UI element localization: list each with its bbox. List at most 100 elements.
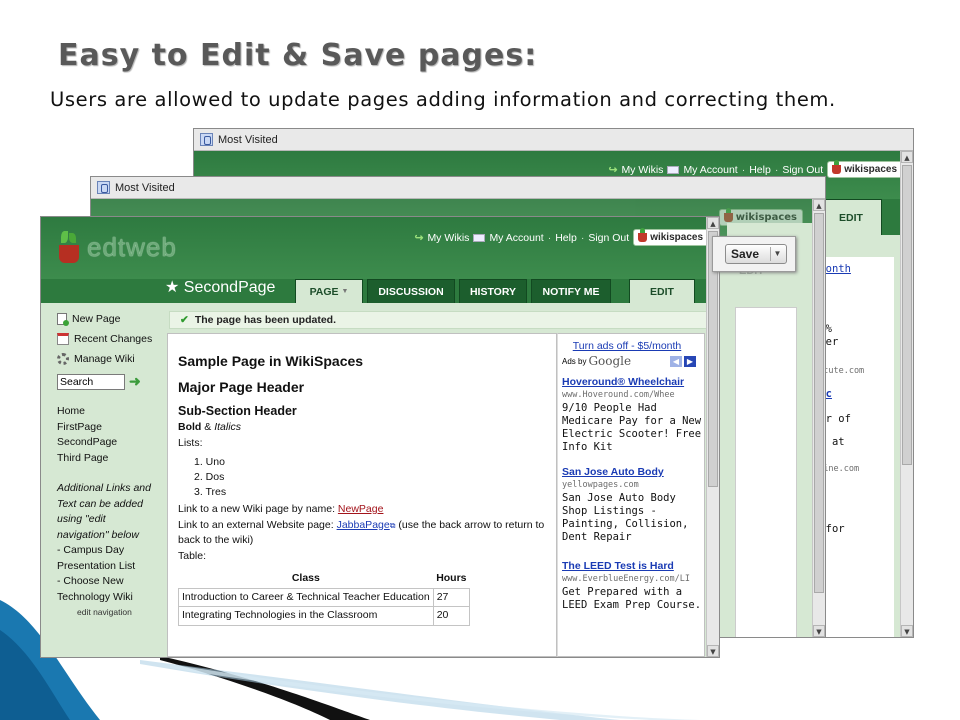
- wiki-page-content: Sample Page in WikiSpaces Major Page Hea…: [167, 333, 557, 657]
- search-go-arrow-icon[interactable]: ➜: [129, 373, 141, 390]
- wikispaces-badge[interactable]: wikispaces: [633, 228, 709, 246]
- calendar-icon: [57, 333, 69, 345]
- slide-title: Easy to Edit & Save pages:: [58, 38, 538, 73]
- nav-link-third-page[interactable]: Third Page: [57, 451, 165, 467]
- nav-link-technology-wiki[interactable]: Technology Wiki: [57, 590, 165, 606]
- ad-title[interactable]: San Jose Auto Body: [562, 466, 704, 479]
- edit-navigation-link[interactable]: edit navigation: [57, 605, 165, 621]
- content-heading-1: Sample Page in WikiSpaces: [178, 353, 364, 369]
- scroll-up-arrow[interactable]: ▲: [813, 199, 825, 211]
- nav-note-line: Additional Links and: [57, 482, 151, 494]
- ad-text: Get Prepared with a LEED Exam Prep Cours…: [562, 586, 702, 611]
- ad-url: www.Hoveround.com/Whee: [562, 390, 675, 400]
- ad-item[interactable]: San Jose Auto Body yellowpages.com San J…: [562, 466, 704, 544]
- tab-edit-back[interactable]: EDIT: [820, 199, 882, 235]
- wiki-sidebar: New Page Recent Changes Manage Wiki ➜ Ho…: [41, 313, 165, 657]
- tab-history[interactable]: HISTORY: [459, 279, 527, 303]
- ad-url: yellowpages.com: [562, 480, 639, 490]
- link-my-account[interactable]: My Account: [489, 232, 543, 244]
- scroll-up-arrow[interactable]: ▲: [901, 151, 913, 163]
- slide-subtitle: Users are allowed to update pages adding…: [50, 88, 836, 111]
- numbered-list: 1. Uno 2. Dos 3. Tres: [194, 455, 546, 500]
- new-page-icon: [57, 313, 69, 326]
- mail-icon[interactable]: [667, 165, 680, 174]
- link-my-wikis[interactable]: My Wikis: [427, 232, 469, 244]
- nav-link-presentation-list[interactable]: Presentation List: [57, 559, 165, 575]
- ads-panel: Turn ads off - $5/month Ads by Google ◀ …: [557, 333, 705, 657]
- chevron-down-icon[interactable]: ▼: [770, 247, 784, 261]
- flowerpot-logo-icon: [59, 231, 79, 263]
- gear-icon: [57, 353, 69, 365]
- bold-italics-line: Bold & Italics: [178, 421, 242, 433]
- scroll-down-arrow[interactable]: ▼: [901, 625, 913, 637]
- list-item: 2. Dos: [194, 471, 225, 483]
- ad-item[interactable]: The LEED Test is Hard www.EverblueEnergy…: [562, 560, 704, 612]
- sidebar-manage-wiki[interactable]: Manage Wiki: [41, 349, 165, 369]
- nav-link-choose-new[interactable]: - Choose New: [57, 574, 165, 590]
- wiki-link-line: Link to a new Wiki page by name: NewPage: [178, 503, 384, 515]
- table-header-hours: Hours: [436, 572, 467, 584]
- browser-window-front: edtweb ↪ My Wikis My Account · Help · Sign…: [40, 216, 720, 658]
- table-row: Integrating Technologies in the Classroo…: [178, 606, 471, 626]
- jabbapage-link[interactable]: JabbaPage: [337, 519, 390, 531]
- page-title: ★ SecondPage: [165, 279, 276, 296]
- table-cell: Integrating Technologies in the Classroo…: [178, 606, 434, 626]
- bookmark-icon: [200, 133, 213, 146]
- newpage-link[interactable]: NewPage: [338, 503, 384, 515]
- wiki-logo-text: edtweb: [87, 231, 177, 262]
- sidebar-recent-changes[interactable]: Recent Changes: [41, 329, 165, 349]
- tab-notify-me[interactable]: NOTIFY ME: [531, 279, 611, 303]
- turn-ads-off-link[interactable]: Turn ads off - $5/month: [562, 340, 692, 352]
- ad-title[interactable]: Hoveround® Wheelchair: [562, 376, 704, 389]
- nav-note-line: Text can be added: [57, 497, 144, 510]
- save-button[interactable]: Save ▼: [725, 244, 787, 264]
- nav-link-firstpage[interactable]: FirstPage: [57, 420, 165, 436]
- nav-link-home[interactable]: Home: [57, 404, 165, 420]
- table-row: Introduction to Career & Technical Teach…: [178, 587, 471, 607]
- link-help[interactable]: Help: [555, 232, 577, 244]
- tab-discussion[interactable]: DISCUSSION: [367, 279, 455, 303]
- list-item: 3. Tres: [194, 486, 227, 498]
- nav-link-secondpage[interactable]: SecondPage: [57, 435, 165, 451]
- mail-icon[interactable]: [473, 233, 486, 242]
- scroll-up-arrow[interactable]: ▲: [707, 217, 719, 229]
- link-sign-out[interactable]: Sign Out: [782, 164, 823, 176]
- bookmarks-bar: Most Visited: [91, 177, 825, 199]
- ads-next-icon[interactable]: ▶: [684, 356, 696, 367]
- link-help[interactable]: Help: [749, 164, 771, 176]
- scrollbar-middle[interactable]: ▲ ▼: [812, 199, 825, 637]
- top-links: ↪ My Wikis My Account · Help · Sign Out wi…: [415, 228, 709, 246]
- scrollbar-back[interactable]: ▲ ▼: [900, 151, 913, 637]
- pot-icon: [723, 208, 733, 222]
- sidebar-new-page[interactable]: New Page: [41, 309, 165, 329]
- ad-item[interactable]: Hoveround® Wheelchair www.Hoveround.com/…: [562, 376, 704, 454]
- google-logo: Google: [588, 354, 632, 368]
- scrollbar-front[interactable]: ▲ ▼: [706, 217, 719, 657]
- bookmark-most-visited[interactable]: Most Visited: [218, 134, 278, 146]
- scroll-thumb[interactable]: [902, 165, 912, 465]
- nav-link-campus-day[interactable]: - Campus Day: [57, 543, 165, 559]
- chevron-down-icon[interactable]: ▼: [341, 288, 348, 295]
- checkmark-icon: ✔: [180, 314, 189, 326]
- lists-label: Lists:: [178, 436, 203, 449]
- wiki-logo[interactable]: edtweb: [59, 231, 177, 263]
- scroll-down-arrow[interactable]: ▼: [707, 645, 719, 657]
- link-my-account[interactable]: My Account: [683, 164, 737, 176]
- scroll-down-arrow[interactable]: ▼: [813, 625, 825, 637]
- link-sign-out[interactable]: Sign Out: [588, 232, 629, 244]
- table-cell: Introduction to Career & Technical Teach…: [178, 587, 434, 607]
- tab-edit[interactable]: EDIT: [629, 279, 695, 303]
- scroll-thumb[interactable]: [814, 213, 824, 593]
- editor-toolbar-popup: Save ▼: [712, 236, 796, 272]
- ad-url: www.EverblueEnergy.com/LI: [562, 574, 690, 584]
- ads-prev-icon[interactable]: ◀: [670, 356, 682, 367]
- search-input[interactable]: [57, 373, 125, 390]
- bookmark-most-visited[interactable]: Most Visited: [115, 182, 175, 194]
- ad-title[interactable]: The LEED Test is Hard: [562, 560, 704, 573]
- wikispaces-badge[interactable]: wikispaces: [827, 160, 903, 178]
- arrow-icon: ↪: [608, 163, 618, 176]
- ads-by-google: Ads by Google ◀ ▶: [562, 354, 698, 368]
- link-my-wikis[interactable]: My Wikis: [621, 164, 663, 176]
- nav-note-line: using "edit: [57, 513, 106, 525]
- tab-page[interactable]: PAGE ▼: [295, 279, 363, 303]
